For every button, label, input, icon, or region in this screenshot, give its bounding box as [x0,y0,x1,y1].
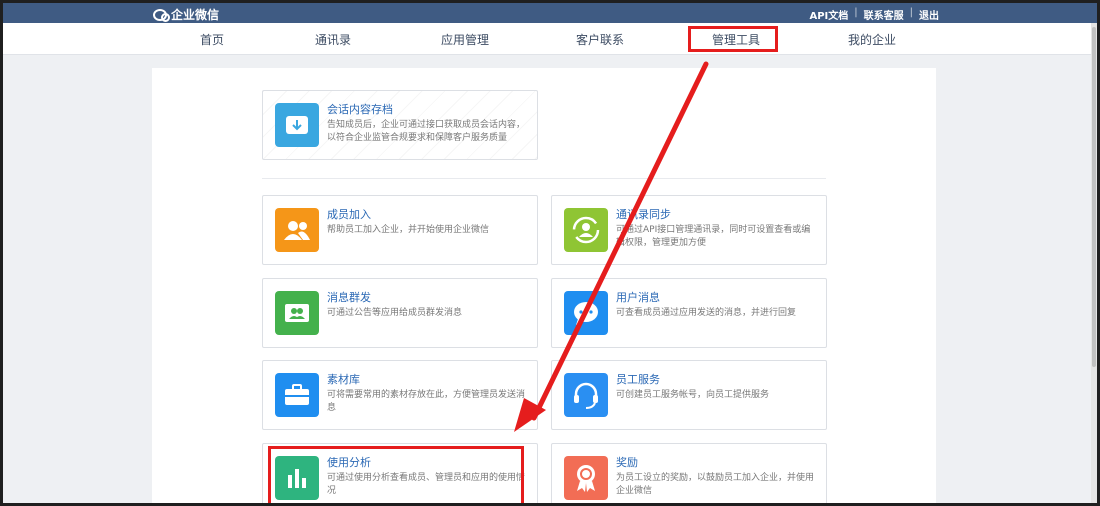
annotation-arrow [514,61,709,432]
